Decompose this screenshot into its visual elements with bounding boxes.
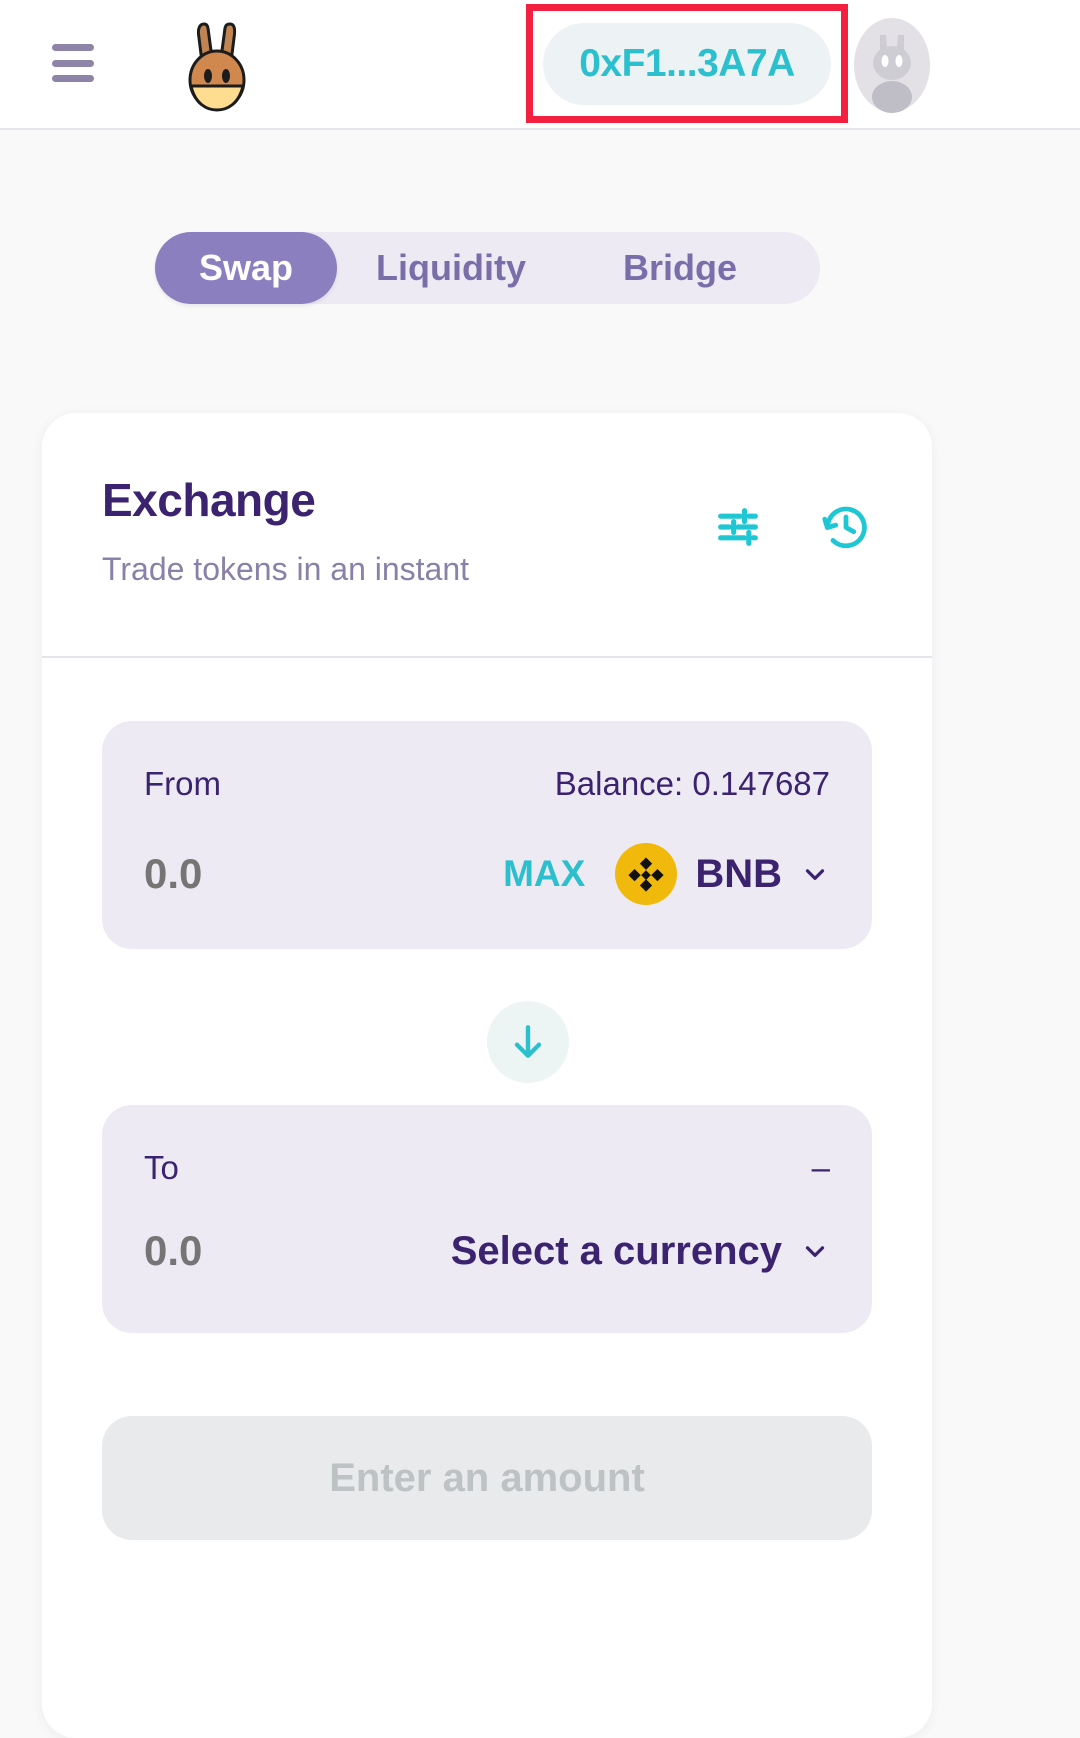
swap-direction-button[interactable] — [487, 1001, 569, 1083]
nav-tabs-region: Swap Liquidity Bridge — [0, 130, 1080, 430]
to-token-selector[interactable]: Select a currency — [451, 1229, 830, 1274]
hamburger-bar-2 — [52, 60, 94, 67]
app-header: 0xF1...3A7A — [0, 0, 1080, 130]
from-panel-top-row: From Balance: 0.147687 — [144, 765, 830, 803]
user-avatar-bunny-icon[interactable] — [852, 17, 932, 113]
to-label: To — [144, 1149, 179, 1187]
tab-liquidity[interactable]: Liquidity — [337, 232, 565, 304]
max-button[interactable]: MAX — [503, 853, 585, 895]
chevron-down-icon — [800, 859, 830, 889]
tab-swap[interactable]: Swap — [155, 232, 337, 304]
to-panel-top-row: To – — [144, 1149, 830, 1187]
from-balance-label: Balance: 0.147687 — [555, 765, 830, 803]
tab-liquidity-label: Liquidity — [376, 247, 526, 289]
exchange-header-actions — [712, 501, 872, 553]
nav-tabs: Swap Liquidity Bridge — [155, 232, 820, 304]
pancakeswap-bunny-logo[interactable] — [185, 18, 263, 114]
from-token-selector[interactable]: BNB — [615, 843, 830, 905]
wallet-address-label: 0xF1...3A7A — [579, 42, 795, 86]
from-label: From — [144, 765, 221, 803]
history-clock-icon[interactable] — [820, 501, 872, 553]
exchange-card: Exchange Trade tokens in an instant — [42, 413, 932, 1738]
to-panel: To – Select a currency — [102, 1105, 872, 1333]
hamburger-menu-icon[interactable] — [52, 44, 94, 82]
tab-bridge-label: Bridge — [623, 247, 737, 289]
chevron-down-icon — [800, 1236, 830, 1266]
tab-bridge[interactable]: Bridge — [565, 232, 795, 304]
from-right-controls: MAX BNB — [503, 843, 830, 905]
tab-swap-label: Swap — [199, 247, 293, 289]
from-token-symbol: BNB — [695, 852, 782, 897]
arrow-down-icon — [506, 1020, 550, 1064]
from-panel-bottom-row: MAX BNB — [144, 843, 830, 905]
from-amount-input[interactable] — [144, 850, 424, 898]
page-subtitle: Trade tokens in an instant — [102, 551, 469, 588]
wallet-address-button[interactable]: 0xF1...3A7A — [543, 23, 831, 105]
bnb-token-icon — [615, 843, 677, 905]
hamburger-bar-1 — [52, 44, 94, 51]
wallet-address-highlight-box: 0xF1...3A7A — [526, 4, 848, 123]
exchange-card-header: Exchange Trade tokens in an instant — [42, 413, 932, 658]
enter-amount-button-label: Enter an amount — [329, 1456, 645, 1501]
to-balance-label: – — [812, 1149, 830, 1187]
select-currency-label: Select a currency — [451, 1229, 782, 1274]
sliders-settings-icon[interactable] — [712, 501, 764, 553]
hamburger-bar-3 — [52, 75, 94, 82]
from-panel: From Balance: 0.147687 MAX — [102, 721, 872, 949]
page-title: Exchange — [102, 473, 315, 527]
to-panel-bottom-row: Select a currency — [144, 1227, 830, 1275]
to-amount-input[interactable] — [144, 1227, 424, 1275]
enter-amount-button[interactable]: Enter an amount — [102, 1416, 872, 1540]
